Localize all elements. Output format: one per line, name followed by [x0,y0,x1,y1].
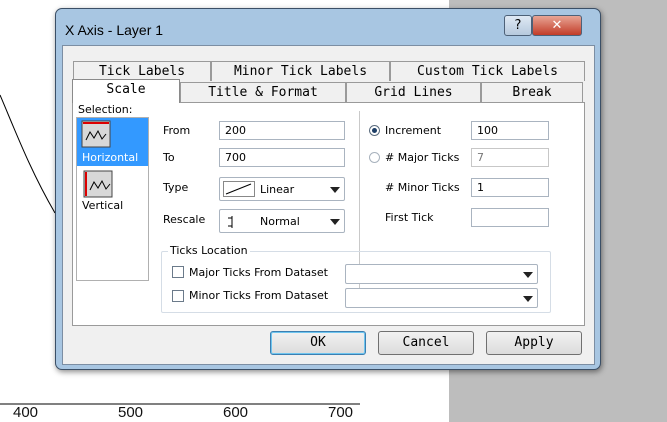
increment-radio[interactable] [369,125,380,136]
minor-ticks-field[interactable]: 1 [471,178,549,197]
axis-tick-label: 700 [328,404,354,421]
minor-ticks-label: # Minor Ticks [385,181,460,194]
tab-minor-tick-labels[interactable]: Minor Tick Labels [211,61,390,81]
rescale-select-value: Normal [260,215,300,228]
minor-ticks-dataset-checkbox[interactable] [172,290,184,302]
from-label: From [163,124,191,137]
ticks-location-group: Ticks Location Major Ticks From Dataset … [161,244,551,313]
tab-grid-lines[interactable]: Grid Lines [346,82,481,102]
minor-ticks-dataset-select[interactable] [345,288,538,308]
x-axis-dialog: X Axis - Layer 1 ? ✕ Tick Labels Minor T… [55,8,601,370]
ticks-location-title: Ticks Location [168,244,250,257]
minor-ticks-dataset-label: Minor Ticks From Dataset [189,289,329,302]
cancel-button[interactable]: Cancel [378,331,474,355]
chevron-down-icon [523,272,533,278]
axis-tick-label: 600 [223,404,249,421]
ok-button[interactable]: OK [270,331,366,355]
selection-item-label: Vertical [82,199,124,212]
to-field[interactable]: 700 [219,148,345,167]
dialog-client-area: Tick Labels Minor Tick Labels Custom Tic… [62,45,595,365]
scale-panel: Selection: Horizontal Vertical From 200 … [72,102,585,326]
increment-label: Increment [385,124,442,137]
chevron-down-icon [523,296,533,302]
increment-field[interactable]: 100 [471,121,549,140]
selection-item-horizontal[interactable]: Horizontal [77,118,148,166]
selection-item-vertical[interactable]: Vertical [77,168,148,214]
type-select-value: Linear [260,183,295,196]
axis-tick-label: 400 [13,404,39,421]
linear-scale-icon [223,181,255,197]
first-tick-label: First Tick [385,211,434,224]
major-ticks-dataset-label: Major Ticks From Dataset [189,266,328,279]
selection-list: Horizontal Vertical [76,117,149,281]
tab-title-format[interactable]: Title & Format [180,82,346,102]
major-ticks-radio[interactable] [369,152,380,163]
selection-label: Selection: [78,103,133,116]
first-tick-field[interactable] [471,208,549,227]
horizontal-axis-icon [81,120,111,148]
type-select[interactable]: Linear [219,177,345,201]
vertical-axis-icon [83,170,113,198]
help-button[interactable]: ? [504,15,532,36]
major-ticks-dataset-checkbox[interactable] [172,266,184,278]
major-ticks-label: # Major Ticks [385,151,460,164]
rescale-select[interactable]: Normal [219,209,345,233]
tab-custom-tick-labels[interactable]: Custom Tick Labels [390,61,585,81]
chevron-down-icon [330,187,340,193]
dialog-title: X Axis - Layer 1 [65,22,164,38]
chevron-down-icon [330,219,340,225]
major-ticks-dataset-select[interactable] [345,264,538,284]
major-ticks-field[interactable]: 7 [471,148,549,167]
radio-dot [372,128,377,133]
from-field[interactable]: 200 [219,121,345,140]
type-label: Type [163,181,189,194]
axis-tick-label: 500 [118,404,144,421]
to-label: To [163,151,175,164]
selection-item-label: Horizontal [82,151,139,164]
close-button[interactable]: ✕ [532,15,582,36]
rescale-icon [228,216,233,228]
apply-button[interactable]: Apply [486,331,582,355]
tab-tick-labels[interactable]: Tick Labels [73,61,211,81]
tab-scale[interactable]: Scale [72,79,180,103]
tab-break[interactable]: Break [481,82,583,102]
rescale-label: Rescale [163,213,206,226]
